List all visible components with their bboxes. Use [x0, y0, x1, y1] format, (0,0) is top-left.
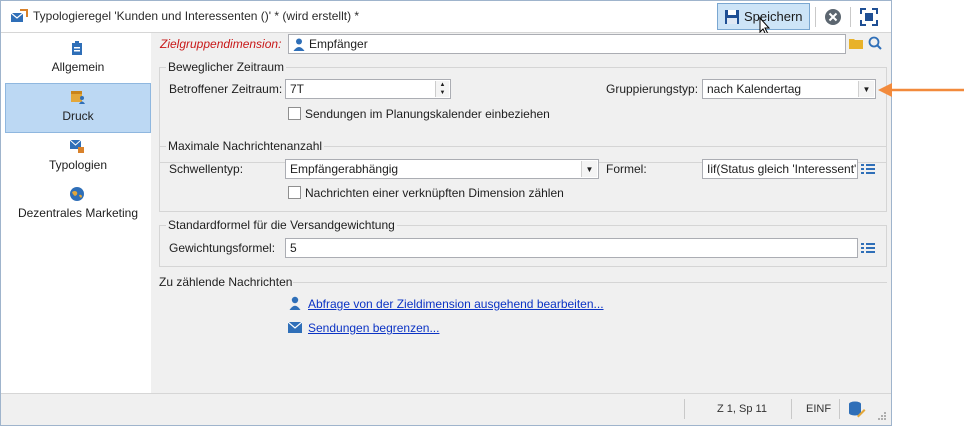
limit-deliveries-link[interactable]: Sendungen begrenzen... [308, 321, 439, 335]
period-stepper[interactable]: ▲ ▼ [435, 81, 449, 97]
weighting-formula-value: 5 [290, 241, 297, 255]
insert-mode: EINF [806, 403, 832, 415]
formula-label: Formel: [606, 162, 647, 176]
close-circle-icon[interactable] [824, 8, 842, 26]
resize-grip-icon[interactable] [877, 411, 887, 421]
floppy-disk-icon [725, 9, 739, 24]
formula-input[interactable]: Iif(Status gleich 'Interessent', ... [702, 159, 858, 179]
stepper-down-icon[interactable]: ▼ [436, 89, 449, 97]
formula-value: Iif(Status gleich 'Interessent', ... [707, 162, 858, 176]
period-input[interactable]: 7T ▲ ▼ [285, 79, 451, 99]
envelope-icon [288, 322, 302, 333]
target-dimension-value: Empfänger [309, 37, 368, 51]
sidebar-item-druck[interactable]: Druck [5, 83, 151, 133]
fullscreen-icon[interactable] [860, 8, 878, 26]
folder-icon[interactable] [849, 37, 863, 49]
chevron-down-icon[interactable]: ▼ [581, 161, 597, 177]
toolbar-separator [815, 7, 816, 27]
threshold-select[interactable]: Empfängerabhängig ▼ [285, 159, 599, 179]
period-value: 7T [290, 82, 305, 96]
messages-to-count-title: Zu zählende Nachrichten [159, 275, 293, 289]
threshold-value: Empfängerabhängig [290, 162, 399, 176]
sidebar-item-allgemein[interactable]: Allgemein [5, 35, 151, 85]
status-separator [791, 399, 792, 419]
threshold-label: Schwellentyp: [169, 162, 244, 176]
status-separator [839, 399, 840, 419]
annotation-arrow-icon [878, 83, 964, 97]
window-title: Typologieregel 'Kunden und Interessenten… [33, 9, 360, 23]
globe-icon [70, 187, 84, 201]
period-label: Betroffener Zeitraum: [169, 82, 283, 96]
weighting-formula-label: Gewichtungsformel: [169, 241, 276, 255]
typology-general-icon [72, 41, 82, 55]
typology-rule-icon [10, 9, 28, 22]
title-bar: Typologieregel 'Kunden und Interessenten… [1, 1, 891, 36]
sidebar: Allgemein Druck Typologien Dezentrales M… [1, 33, 151, 393]
edit-query-link[interactable]: Abfrage von der Zieldimension ausgehend … [308, 297, 604, 311]
calendar-user-icon [71, 91, 85, 104]
recipient-icon [289, 296, 301, 310]
sidebar-item-dezentrales-marketing[interactable]: Dezentrales Marketing [5, 181, 151, 231]
target-dimension-field[interactable]: Empfänger [288, 34, 846, 54]
sidebar-item-label: Dezentrales Marketing [17, 206, 139, 220]
max-messages-group: Maximale Nachrichtenanzahl [159, 139, 887, 212]
save-button-label: Speichern [744, 9, 803, 24]
weighting-formula-input[interactable]: 5 [285, 238, 858, 258]
sidebar-item-label: Druck [62, 109, 94, 123]
recipient-icon [293, 38, 305, 51]
status-separator [684, 399, 685, 419]
status-bar: Z 1, Sp 11 EINF [1, 393, 891, 425]
linked-dimension-checkbox[interactable] [288, 186, 301, 199]
sidebar-item-label: Allgemein [51, 60, 105, 74]
database-edit-icon[interactable] [848, 400, 866, 418]
search-icon[interactable] [868, 36, 882, 50]
expression-editor-icon[interactable] [861, 242, 875, 254]
chevron-down-icon[interactable]: ▼ [858, 81, 874, 97]
max-messages-title: Maximale Nachrichtenanzahl [166, 139, 325, 153]
planning-checkbox[interactable] [288, 107, 301, 120]
cursor-position: Z 1, Sp 11 [717, 403, 767, 415]
typology-rule-window: Typologieregel 'Kunden und Interessenten… [0, 0, 892, 426]
sidebar-item-typologien[interactable]: Typologien [5, 133, 151, 183]
expression-editor-icon[interactable] [861, 163, 875, 175]
toolbar-separator [850, 7, 851, 27]
weighting-title: Standardformel für die Versandgewichtung [166, 218, 397, 232]
section-divider [293, 282, 887, 283]
target-dimension-label: Zielgruppendimension: [160, 37, 282, 51]
stepper-up-icon[interactable]: ▲ [436, 81, 449, 89]
linked-dimension-checkbox-label[interactable]: Nachrichten einer verknüpften Dimension … [305, 186, 564, 200]
rolling-period-title: Beweglicher Zeitraum [166, 60, 287, 74]
grouping-value: nach Kalendertag [707, 82, 802, 96]
grouping-select[interactable]: nach Kalendertag ▼ [702, 79, 876, 99]
grouping-label: Gruppierungstyp: [606, 82, 699, 96]
typology-icon [69, 139, 84, 153]
form-content: Zielgruppendimension: Empfänger Beweglic… [151, 33, 891, 393]
planning-checkbox-label[interactable]: Sendungen im Planungskalender einbeziehe… [305, 107, 550, 121]
sidebar-item-label: Typologien [48, 158, 108, 172]
